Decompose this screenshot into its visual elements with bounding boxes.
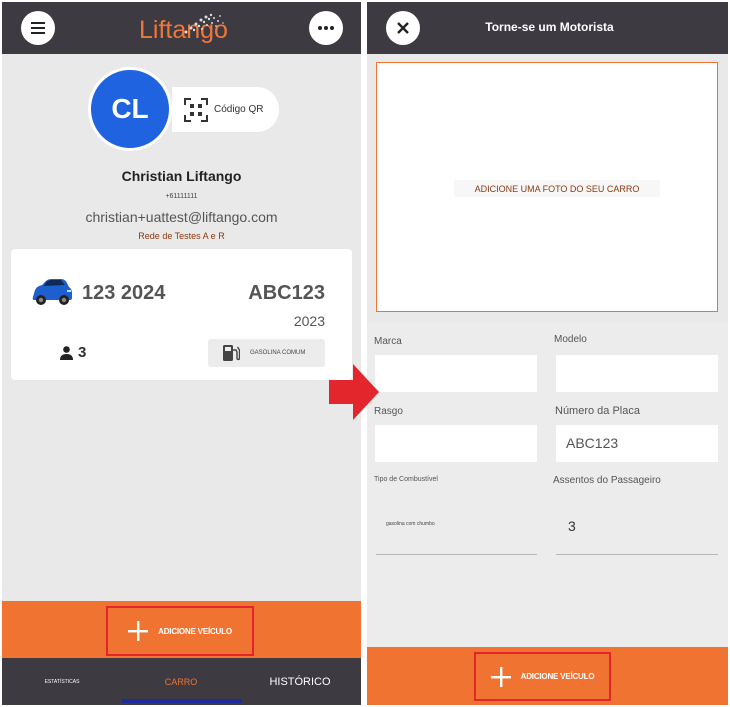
plus-icon xyxy=(490,666,511,687)
add-vehicle-label: ADICIONE VEÍCULO xyxy=(520,672,595,681)
ellipsis-icon xyxy=(318,26,334,30)
car-thumbnail-icon xyxy=(32,279,72,305)
driver-name: Christian Liftango xyxy=(121,168,242,184)
fuel-select-value[interactable]: gasolina com chumbo xyxy=(386,521,435,527)
profile-screen: Liftango Código QR CL Christian Liftango… xyxy=(2,2,361,705)
driver-email: christian+uattest@liftango.com xyxy=(85,209,278,225)
vehicle-card[interactable]: 123 2024 ABC123 2023 3 GASOLINA COMUM xyxy=(11,249,352,380)
fuel-type-label: GASOLINA COMUM xyxy=(250,350,306,356)
more-options-button[interactable] xyxy=(309,11,343,45)
add-vehicle-label: ADICIONE VEÍCULO xyxy=(158,626,232,636)
active-tab-indicator xyxy=(122,699,242,703)
page-title: Torne-se um Motorista xyxy=(485,20,614,34)
qr-code-icon xyxy=(184,97,208,122)
transition-arrow-icon xyxy=(329,364,379,420)
tab-history[interactable]: HISTÓRICO xyxy=(260,658,340,705)
fuel-select-underline xyxy=(376,554,537,555)
become-driver-screen: Torne-se um Motorista ADICIONE UMA FOTO … xyxy=(367,2,728,705)
seats-value[interactable]: 3 xyxy=(568,518,576,534)
top-bar: Liftango xyxy=(2,2,361,54)
vehicle-seats-value: 3 xyxy=(78,344,87,361)
model-field[interactable] xyxy=(556,355,718,392)
fuel-pump-icon xyxy=(223,345,240,361)
vehicle-form: Marca Modelo Rasgo Número da Placa ABC12… xyxy=(367,322,728,649)
model-label: Modelo xyxy=(554,334,587,345)
tab-car[interactable]: CARRO xyxy=(141,658,221,705)
hamburger-menu-icon xyxy=(31,22,45,34)
add-vehicle-bar: ADICIONE VEÍCULO xyxy=(2,601,361,658)
trim-field[interactable] xyxy=(375,425,537,462)
qr-code-button[interactable]: Código QR xyxy=(172,87,279,132)
menu-button[interactable] xyxy=(21,11,55,45)
plate-label: Número da Placa xyxy=(555,405,640,417)
add-vehicle-bar: ADICIONE VEÍCULO xyxy=(367,647,728,705)
plus-icon xyxy=(128,621,149,641)
add-vehicle-button[interactable]: ADICIONE VEÍCULO xyxy=(474,652,611,701)
top-bar: Torne-se um Motorista xyxy=(367,2,728,54)
add-vehicle-button[interactable]: ADICIONE VEÍCULO xyxy=(106,606,254,656)
plate-value: ABC123 xyxy=(566,435,619,451)
fuel-label: Tipo de Combustível xyxy=(374,476,438,483)
qr-code-label: Código QR xyxy=(214,104,264,115)
brand-field[interactable] xyxy=(375,355,537,392)
car-photo-label: ADICIONE UMA FOTO DO SEU CARRO xyxy=(454,180,660,197)
car-photo-upload[interactable]: ADICIONE UMA FOTO DO SEU CARRO xyxy=(376,62,718,312)
vehicle-year: 2023 xyxy=(293,313,325,329)
bottom-navigation: ESTATÍSTICAS CARRO HISTÓRICO xyxy=(2,658,361,705)
seats-label: Assentos do Passageiro xyxy=(553,475,661,486)
person-icon xyxy=(60,345,73,360)
vehicle-plate: ABC123 xyxy=(248,282,325,304)
vehicle-seats: 3 xyxy=(60,344,86,361)
plate-field[interactable]: ABC123 xyxy=(556,425,718,462)
brand-label: Marca xyxy=(374,336,402,347)
fuel-type-chip: GASOLINA COMUM xyxy=(208,339,325,367)
logo-dots-icon xyxy=(184,13,224,34)
seats-underline xyxy=(556,554,718,555)
driver-phone: +61111111 xyxy=(165,193,198,200)
avatar[interactable]: CL xyxy=(88,67,172,151)
vehicle-model: 123 2024 xyxy=(82,282,166,304)
tab-statistics[interactable]: ESTATÍSTICAS xyxy=(22,658,102,705)
driver-network: Rede de Testes A e R xyxy=(138,231,225,241)
